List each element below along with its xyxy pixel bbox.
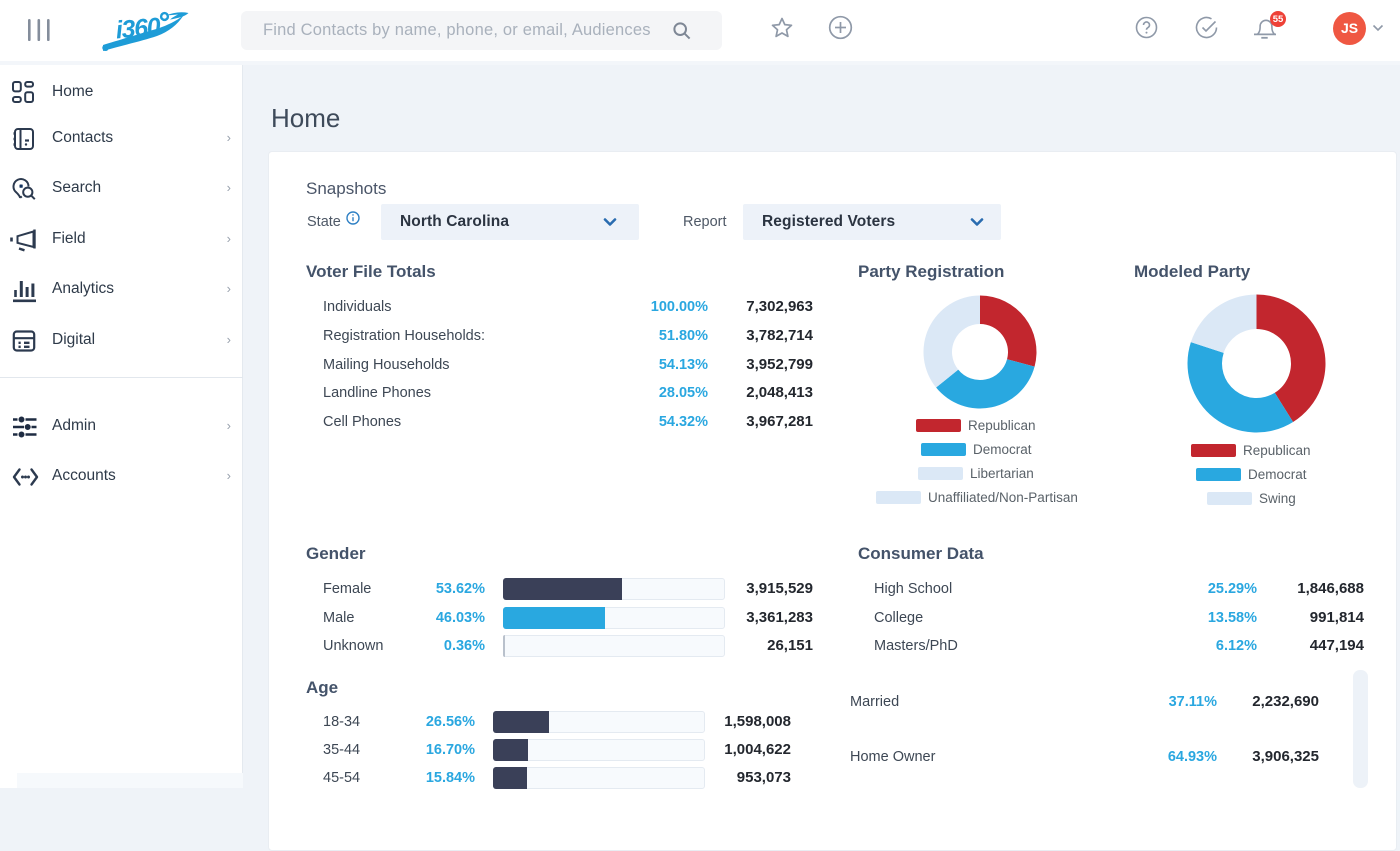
- svg-text:i360: i360: [115, 13, 162, 45]
